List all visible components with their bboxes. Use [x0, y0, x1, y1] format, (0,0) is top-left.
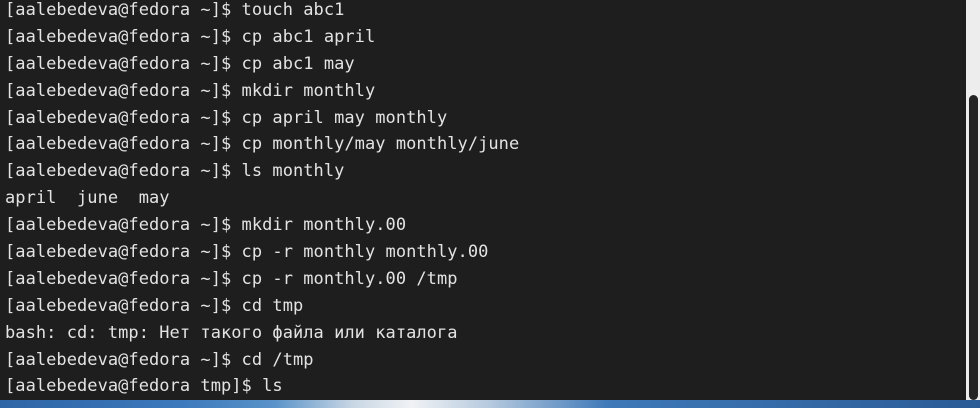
terminal-line: [aalebedeva@fedora ~]$ touch abc1 [5, 0, 345, 20]
terminal-line: [aalebedeva@fedora ~]$ cp -r monthly mon… [5, 242, 489, 263]
terminal-line: [aalebedeva@fedora ~]$ cd tmp [5, 295, 304, 316]
terminal-line: [aalebedeva@fedora ~]$ mkdir monthly [5, 80, 376, 101]
terminal-line: april june may [5, 188, 170, 209]
terminal-line: [aalebedeva@fedora ~]$ mkdir monthly.00 [5, 215, 407, 236]
terminal-line: bash: cd: tmp: Нет такого файла или ката… [5, 322, 458, 343]
terminal-window[interactable]: [aalebedeva@fedora ~]$ touch abc1 [aaleb… [0, 0, 966, 400]
terminal-output: [aalebedeva@fedora ~]$ touch abc1 [aaleb… [5, 0, 519, 400]
desktop-background-strip [0, 400, 980, 408]
terminal-line: [aalebedeva@fedora ~]$ cp april may mont… [5, 107, 448, 128]
terminal-line[interactable]: [aalebedeva@fedora tmp]$ ls [5, 373, 519, 400]
terminal-line: [aalebedeva@fedora ~]$ cp abc1 april [5, 26, 376, 47]
scrollbar-thumb[interactable] [969, 95, 978, 400]
terminal-line: [aalebedeva@fedora ~]$ cp -r monthly.00 … [5, 268, 458, 289]
terminal-line: [aalebedeva@fedora ~]$ cp monthly/may mo… [5, 134, 520, 155]
terminal-line: [aalebedeva@fedora ~]$ cp abc1 may [5, 53, 355, 74]
terminal-line: [aalebedeva@fedora ~]$ ls monthly [5, 161, 345, 182]
terminal-line: [aalebedeva@fedora ~]$ cd /tmp [5, 349, 314, 370]
